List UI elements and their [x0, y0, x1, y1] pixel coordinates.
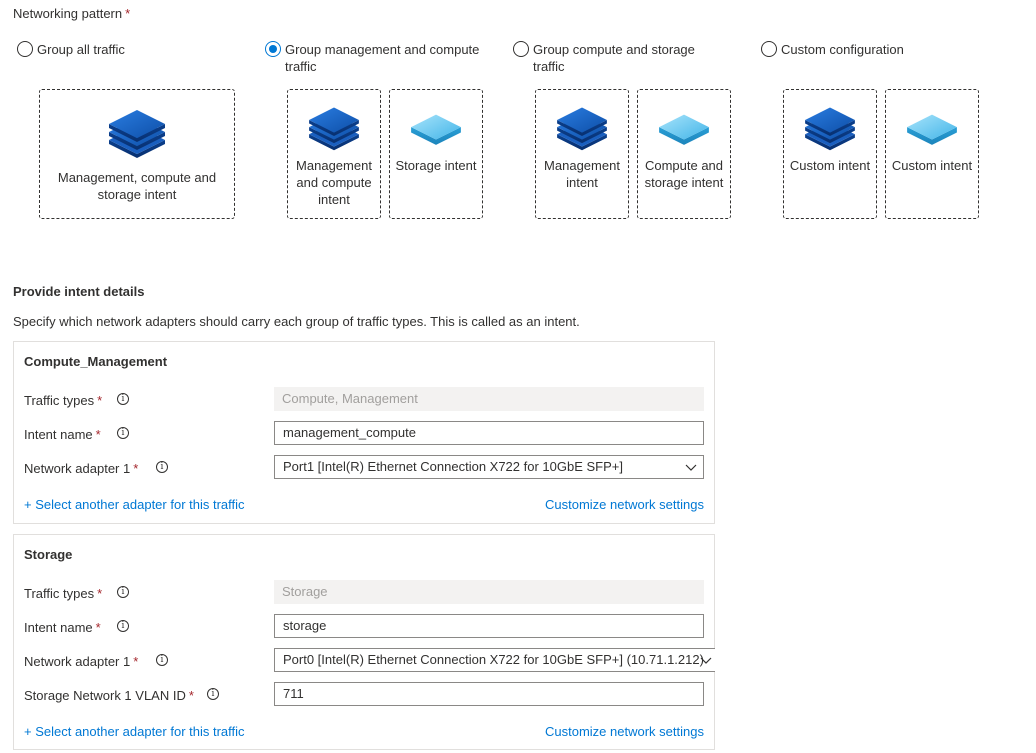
select-another-adapter-link[interactable]: + Select another adapter for this traffi…: [24, 497, 245, 512]
stacked-network-dark-icon: [805, 107, 855, 151]
stacked-network-dark-icon: [109, 110, 165, 158]
intent-name-input[interactable]: storage: [274, 614, 704, 638]
card-management-intent[interactable]: Management intent: [535, 89, 629, 219]
required-marker: *: [133, 461, 139, 476]
required-marker: *: [133, 654, 139, 669]
stacked-network-dark-icon: [557, 107, 607, 151]
required-marker: *: [188, 688, 194, 703]
card-management-compute-storage-intent[interactable]: Management, compute and storage intent: [39, 89, 235, 219]
traffic-types-field: Compute, Management: [274, 387, 704, 411]
section-heading: Provide intent details: [13, 284, 145, 299]
stacked-network-dark-icon: [309, 107, 359, 151]
chevron-down-icon: [700, 657, 712, 664]
card-management-compute-intent[interactable]: Management and compute intent: [287, 89, 381, 219]
select-another-adapter-link[interactable]: + Select another adapter for this traffi…: [24, 724, 245, 739]
required-marker: *: [95, 427, 101, 442]
radio-custom-configuration[interactable]: Custom configuration: [761, 41, 904, 58]
stacked-network-light-icon: [659, 114, 709, 145]
networking-pattern-label-text: Networking pattern: [13, 6, 123, 21]
info-icon[interactable]: i: [117, 586, 129, 598]
label-text: Intent name: [24, 620, 93, 635]
card-label: Management, compute and storage intent: [57, 170, 217, 202]
dropdown-value: Port1 [Intel(R) Ethernet Connection X722…: [283, 459, 623, 474]
section-description: Specify which network adapters should ca…: [13, 314, 580, 329]
card-custom-intent-1[interactable]: Custom intent: [783, 89, 877, 219]
info-icon[interactable]: i: [117, 427, 129, 439]
label-text: Traffic types: [24, 586, 95, 601]
dropdown-value: Port0 [Intel(R) Ethernet Connection X722…: [283, 652, 704, 667]
vlan-id-label: Storage Network 1 VLAN ID *: [24, 688, 194, 703]
networking-pattern-label: Networking pattern *: [13, 6, 130, 21]
card-label: Management intent: [544, 158, 620, 190]
label-text: Network adapter 1: [24, 461, 131, 476]
stacked-network-light-icon: [411, 114, 461, 145]
chevron-down-icon: [685, 464, 697, 471]
required-marker: *: [97, 393, 103, 408]
intent-section-storage: [13, 534, 715, 750]
label-text: Network adapter 1: [24, 654, 131, 669]
customize-network-settings-link[interactable]: Customize network settings: [545, 724, 704, 739]
card-label: Custom intent: [891, 158, 973, 173]
radio-button[interactable]: [761, 41, 777, 57]
card-custom-intent-2[interactable]: Custom intent: [885, 89, 979, 219]
info-icon[interactable]: i: [117, 393, 129, 405]
info-icon[interactable]: i: [117, 620, 129, 632]
intent-name-input[interactable]: management_compute: [274, 421, 704, 445]
card-label: Storage intent: [395, 158, 477, 173]
network-adapter-dropdown[interactable]: Port1 [Intel(R) Ethernet Connection X722…: [274, 455, 704, 479]
traffic-types-label: Traffic types *: [24, 586, 102, 601]
card-compute-storage-intent[interactable]: Compute and storage intent: [637, 89, 731, 219]
card-label: Custom intent: [789, 158, 871, 173]
radio-label: Group management and compute traffic: [285, 42, 480, 74]
traffic-types-label: Traffic types *: [24, 393, 102, 408]
required-marker: *: [97, 586, 103, 601]
required-marker: *: [95, 620, 101, 635]
radio-group-compute-storage[interactable]: Group compute and storage traffic: [513, 41, 713, 75]
customize-network-settings-link[interactable]: Customize network settings: [545, 497, 704, 512]
required-marker: *: [125, 6, 131, 21]
stacked-network-light-icon: [907, 114, 957, 145]
radio-button[interactable]: [17, 41, 33, 57]
vlan-id-input[interactable]: 711: [274, 682, 704, 706]
card-label: Compute and storage intent: [644, 158, 724, 190]
label-text: Intent name: [24, 427, 93, 442]
radio-group-all-traffic[interactable]: Group all traffic: [17, 41, 125, 58]
label-text: Storage Network 1 VLAN ID: [24, 688, 186, 703]
intent-section-title: Compute_Management: [24, 354, 168, 369]
info-icon[interactable]: i: [156, 654, 168, 666]
intent-section-title: Storage: [24, 547, 73, 562]
radio-button[interactable]: [513, 41, 529, 57]
radio-label: Custom configuration: [781, 42, 904, 57]
traffic-types-field: Storage: [274, 580, 704, 604]
radio-label: Group compute and storage traffic: [533, 42, 695, 74]
radio-button-selected[interactable]: [265, 41, 281, 57]
network-adapter-dropdown[interactable]: Port0 [Intel(R) Ethernet Connection X722…: [274, 648, 715, 672]
label-text: Traffic types: [24, 393, 95, 408]
card-storage-intent[interactable]: Storage intent: [389, 89, 483, 219]
intent-name-label: Intent name *: [24, 427, 101, 442]
info-icon[interactable]: i: [156, 461, 168, 473]
info-icon[interactable]: i: [207, 688, 219, 700]
network-adapter-label: Network adapter 1 *: [24, 461, 138, 476]
card-label: Management and compute intent: [296, 158, 372, 207]
radio-group-management-compute[interactable]: Group management and compute traffic: [265, 41, 490, 75]
radio-label: Group all traffic: [37, 42, 125, 57]
network-adapter-label: Network adapter 1 *: [24, 654, 138, 669]
intent-name-label: Intent name *: [24, 620, 101, 635]
